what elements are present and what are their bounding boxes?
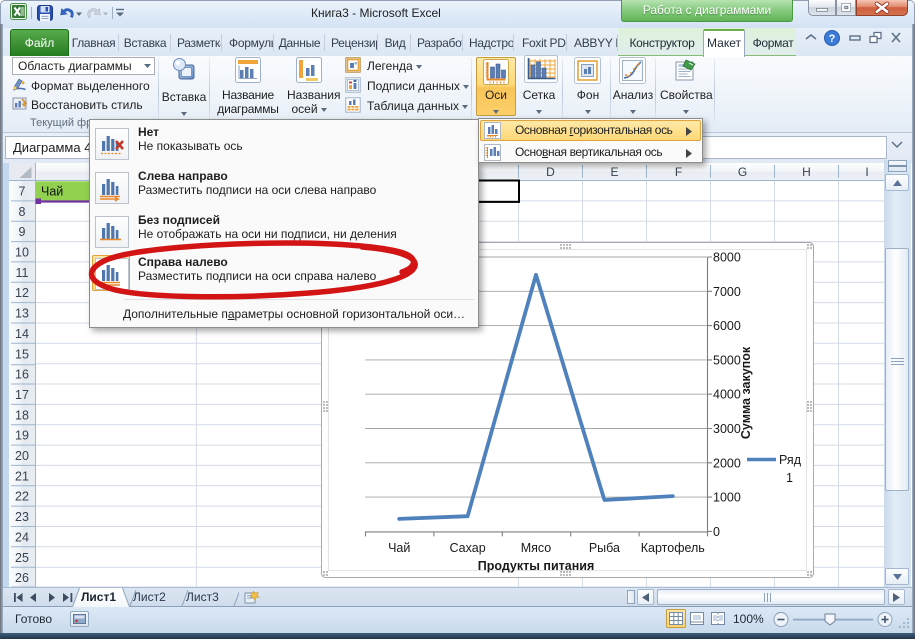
svg-text:16: 16 (15, 368, 29, 382)
svg-text:Картофель: Картофель (641, 541, 705, 555)
svg-text:D: D (546, 165, 555, 179)
svg-text:Ряд: Ряд (779, 453, 802, 467)
svg-text:11: 11 (16, 266, 29, 280)
svg-text:0: 0 (713, 525, 720, 539)
svg-text:G: G (738, 165, 747, 179)
svg-text:25: 25 (15, 551, 29, 565)
svg-text:10: 10 (15, 246, 29, 260)
svg-text:17: 17 (15, 388, 29, 402)
svg-text:22: 22 (15, 490, 29, 504)
svg-text:Продукты питания: Продукты питания (478, 559, 595, 573)
svg-text:7: 7 (19, 185, 26, 199)
svg-text:4000: 4000 (713, 388, 741, 402)
svg-text:2000: 2000 (713, 456, 741, 470)
svg-text:20: 20 (15, 449, 29, 463)
svg-text:1000: 1000 (713, 491, 741, 505)
svg-text:26: 26 (15, 571, 29, 585)
svg-text:6000: 6000 (713, 319, 741, 333)
svg-text:18: 18 (15, 408, 29, 422)
svg-text:5000: 5000 (713, 353, 741, 367)
svg-text:Чай: Чай (388, 541, 410, 555)
svg-text:Сахар: Сахар (450, 541, 486, 555)
svg-text:F: F (675, 165, 682, 179)
svg-text:3000: 3000 (713, 422, 741, 436)
svg-text:8000: 8000 (713, 251, 741, 265)
svg-text:7000: 7000 (713, 285, 741, 299)
svg-text:14: 14 (15, 327, 29, 341)
svg-text:15: 15 (15, 347, 29, 361)
svg-text:?: ? (829, 33, 836, 45)
svg-text:E: E (610, 165, 618, 179)
svg-text:24: 24 (15, 530, 29, 544)
svg-text:Рыба: Рыба (589, 541, 620, 555)
svg-text:Мясо: Мясо (521, 541, 552, 555)
svg-text:9: 9 (19, 225, 26, 239)
svg-text:Сумма закупок: Сумма закупок (739, 346, 753, 439)
svg-text:8: 8 (19, 205, 26, 219)
svg-text:23: 23 (15, 510, 29, 524)
svg-text:13: 13 (15, 307, 29, 321)
svg-text:1: 1 (786, 471, 793, 485)
svg-text:H: H (802, 165, 811, 179)
svg-text:21: 21 (15, 469, 29, 483)
svg-text:Чай: Чай (41, 185, 63, 199)
svg-text:12: 12 (15, 286, 29, 300)
svg-text:19: 19 (15, 429, 29, 443)
svg-text:I: I (865, 165, 868, 179)
